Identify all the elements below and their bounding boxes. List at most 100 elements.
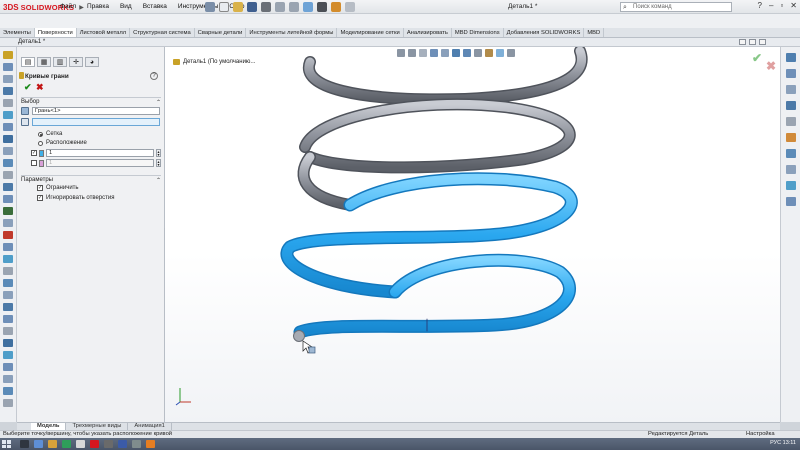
dimxpert-tab-icon[interactable]: ✛ xyxy=(69,57,83,67)
tool-icon[interactable] xyxy=(3,327,13,335)
design-library-icon[interactable] xyxy=(786,69,796,78)
direction1-checkbox[interactable]: ✓ xyxy=(31,150,37,156)
collapse-icon[interactable]: ⌃ xyxy=(156,99,161,106)
view-palette-icon[interactable] xyxy=(786,101,796,110)
tab-surfaces[interactable]: Поверхности xyxy=(34,28,77,37)
section-title-selection[interactable]: Выбор xyxy=(21,98,161,106)
tab-mbd-dimensions[interactable]: MBD Dimensions xyxy=(452,28,504,37)
task-icon[interactable] xyxy=(786,181,796,190)
appearances-icon[interactable] xyxy=(786,117,796,126)
tool-icon[interactable] xyxy=(3,51,13,59)
display-manager-tab-icon[interactable]: ◕ xyxy=(85,57,99,67)
tab-evaluate[interactable]: Анализировать xyxy=(404,28,452,37)
spring-model[interactable] xyxy=(165,47,780,422)
tab-sheet-metal[interactable]: Листовой металл xyxy=(77,28,131,37)
tool-icon[interactable] xyxy=(3,123,13,131)
document-tab[interactable]: Деталь1 * xyxy=(18,39,45,45)
customize-icon[interactable] xyxy=(345,2,355,12)
tool-icon[interactable] xyxy=(3,63,13,71)
tab-mold-tools[interactable]: Инструменты литейной формы xyxy=(246,28,338,37)
direction2-count-input[interactable]: 1 xyxy=(46,159,154,167)
radio-mesh[interactable]: Сетка xyxy=(38,131,62,137)
status-units-setting[interactable]: Настройка xyxy=(746,431,775,438)
tab-features[interactable]: Элементы xyxy=(0,28,35,37)
custom-properties-icon[interactable] xyxy=(786,133,796,142)
open-folder-icon[interactable] xyxy=(233,2,243,12)
property-manager-tab-icon[interactable]: ▦ xyxy=(37,57,51,67)
resources-icon[interactable] xyxy=(786,53,796,62)
ignore-holes-checkbox[interactable]: ✓ xyxy=(37,195,43,201)
tool-icon[interactable] xyxy=(3,303,13,311)
tool-icon[interactable] xyxy=(3,99,13,107)
options-gear-icon[interactable] xyxy=(331,2,341,12)
tab-model[interactable]: Модель xyxy=(31,423,67,430)
tool-icon[interactable] xyxy=(3,183,13,191)
menu-item-insert[interactable]: Вставка xyxy=(143,3,167,10)
section-title-parameters[interactable]: Параметры xyxy=(21,176,161,184)
taskbar-solidworks-icon[interactable] xyxy=(90,440,99,448)
home-icon[interactable] xyxy=(205,2,215,12)
tool-icon[interactable] xyxy=(3,339,13,347)
undo-icon[interactable] xyxy=(275,2,285,12)
doc-minimize-icon[interactable] xyxy=(739,39,746,45)
save-icon[interactable] xyxy=(247,2,257,12)
taskbar-app-icon[interactable] xyxy=(62,440,71,448)
tab-structure-system[interactable]: Структурная система xyxy=(130,28,195,37)
print-icon[interactable] xyxy=(261,2,271,12)
taskbar-app-icon[interactable] xyxy=(48,440,57,448)
task-icon[interactable] xyxy=(786,197,796,206)
help-icon[interactable]: ? xyxy=(150,72,158,80)
taskbar-app-icon[interactable] xyxy=(20,440,29,448)
maximize-icon[interactable]: ▫ xyxy=(780,1,783,10)
option-bound[interactable]: ✓ Ограничить xyxy=(37,185,79,191)
tool-icon[interactable] xyxy=(3,243,13,251)
direction2-checkbox[interactable] xyxy=(31,160,37,166)
tab-animation[interactable]: Анимация1 xyxy=(128,423,172,430)
direction1-spinner[interactable]: ▴ ▾ xyxy=(156,149,161,157)
tool-icon[interactable] xyxy=(3,159,13,167)
taskbar-app-icon[interactable] xyxy=(132,440,141,448)
file-properties-icon[interactable] xyxy=(317,2,327,12)
tool-icon[interactable] xyxy=(3,387,13,395)
tool-icon[interactable] xyxy=(3,399,13,407)
tab-weldments[interactable]: Сварные детали xyxy=(195,28,247,37)
face-selection-box[interactable]: Грань<1> xyxy=(32,107,160,115)
tool-icon[interactable] xyxy=(3,75,13,83)
tool-icon[interactable] xyxy=(3,207,13,215)
search-commands-input[interactable]: ⌕ Поиск команд xyxy=(620,2,732,12)
rebuild-icon[interactable] xyxy=(303,2,313,12)
radio-button[interactable] xyxy=(38,140,43,146)
tab-mesh-modeling[interactable]: Моделирование сетки xyxy=(337,28,404,37)
tool-icon[interactable] xyxy=(3,279,13,287)
radio-position[interactable]: Расположение xyxy=(38,140,87,146)
cancel-button[interactable]: ✖ xyxy=(36,82,44,93)
file-explorer-icon[interactable] xyxy=(786,85,796,94)
tray-clock[interactable]: РУС 13:11 xyxy=(770,440,796,446)
ok-button[interactable]: ✔ xyxy=(24,82,32,93)
tool-icon[interactable] xyxy=(3,231,13,239)
tool-icon[interactable] xyxy=(3,351,13,359)
help-icon[interactable]: ? xyxy=(758,1,762,10)
tool-icon[interactable] xyxy=(3,171,13,179)
collapse-icon[interactable]: ⌃ xyxy=(156,177,161,184)
taskbar-app-icon[interactable] xyxy=(118,440,127,448)
tab-solidworks-addins[interactable]: Добавления SOLIDWORKS xyxy=(504,28,585,37)
tool-icon[interactable] xyxy=(3,87,13,95)
tool-icon[interactable] xyxy=(3,363,13,371)
taskbar-app-icon[interactable] xyxy=(104,440,113,448)
minimize-icon[interactable]: – xyxy=(769,1,773,10)
bound-checkbox[interactable]: ✓ xyxy=(37,185,43,191)
menu-item-edit[interactable]: Правка xyxy=(87,3,109,10)
taskbar-app-icon[interactable] xyxy=(34,440,43,448)
new-document-icon[interactable] xyxy=(219,2,229,12)
doc-close-icon[interactable] xyxy=(759,39,766,45)
configuration-tab-icon[interactable]: ▥ xyxy=(53,57,67,67)
windows-start-icon[interactable] xyxy=(2,440,11,448)
tool-icon[interactable] xyxy=(3,147,13,155)
tool-icon[interactable] xyxy=(3,195,13,203)
feature-tree-tab-icon[interactable]: ▤ xyxy=(21,57,35,67)
taskbar-app-icon[interactable] xyxy=(76,440,85,448)
tool-icon[interactable] xyxy=(3,315,13,323)
tool-icon[interactable] xyxy=(3,375,13,383)
menu-item-view[interactable]: Вид xyxy=(120,3,132,10)
